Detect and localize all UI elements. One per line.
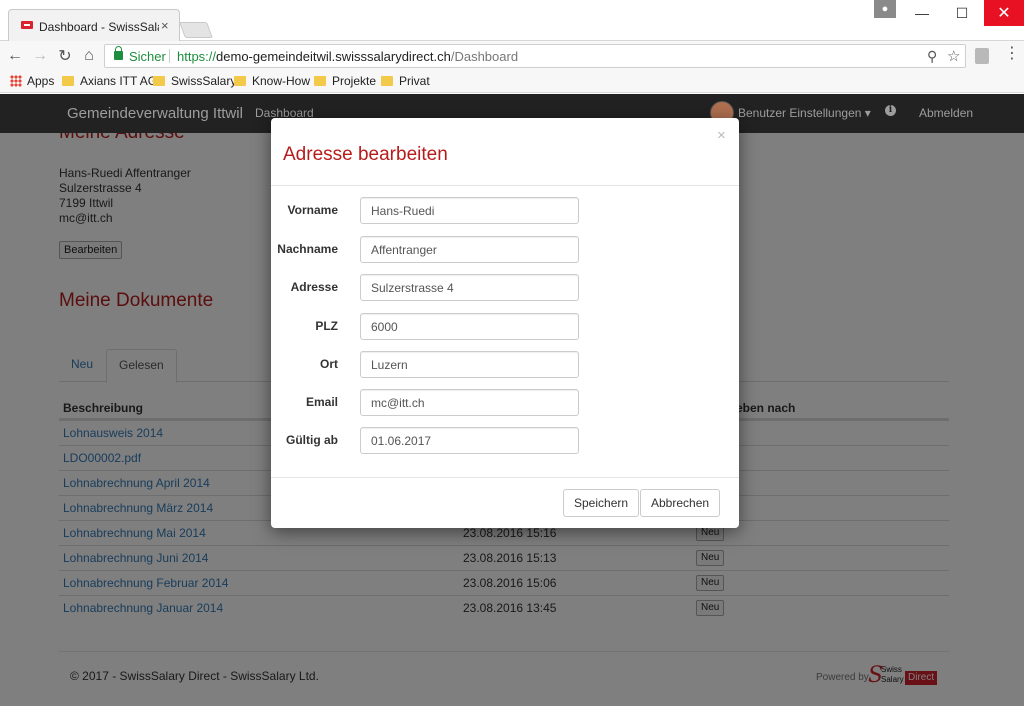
reload-icon[interactable]: ↻ [54, 45, 76, 67]
navbar-brand[interactable]: Gemeindeverwaltung Ittwil [67, 105, 243, 122]
info-icon[interactable]: i [885, 105, 896, 116]
form-row-ort: Ort [271, 351, 739, 378]
email-field[interactable] [360, 389, 579, 416]
vorname-label: Vorname [287, 203, 338, 217]
folder-icon [153, 76, 165, 86]
cancel-button[interactable]: Abbrechen [640, 489, 721, 517]
form-row-adresse: Adresse [271, 274, 739, 301]
address-bar[interactable]: Sicher https://demo-gemeindeitwil.swisss… [104, 44, 966, 68]
adresse-label: Adresse [290, 280, 338, 294]
form-row-gueltig-ab: Gültig ab [271, 427, 739, 454]
nachname-input[interactable] [360, 236, 579, 263]
vorname-input[interactable] [360, 197, 579, 224]
web-page: Meine Adresse Hans-Ruedi Affentranger Su… [0, 94, 1024, 706]
gueltig-ab-label: Gültig ab [286, 433, 338, 447]
form-row-vorname: Vorname [271, 197, 739, 224]
bookmark-apps[interactable]: Apps [10, 74, 54, 88]
ort-input[interactable] [360, 351, 579, 378]
forward-arrow-icon[interactable]: → [29, 45, 51, 67]
folder-icon [234, 76, 246, 86]
maximize-icon[interactable]: ☐ [942, 0, 982, 26]
bookmark-privat[interactable]: Privat [381, 74, 430, 88]
nachname-label: Nachname [277, 242, 338, 256]
folder-icon [314, 76, 326, 86]
edit-address-modal: Adresse bearbeiten × Vorname Nachname Ad… [271, 118, 739, 528]
email-label: Email [305, 395, 338, 409]
apps-grid-icon [10, 75, 22, 87]
user-settings-dropdown[interactable]: Benutzer Einstellungen ▾ [738, 106, 871, 120]
folder-icon [62, 76, 74, 86]
folder-icon [381, 76, 393, 86]
bookmark-label: Projekte [332, 74, 377, 88]
window-close-icon[interactable]: ✕ [984, 0, 1024, 26]
back-arrow-icon[interactable]: ← [4, 45, 26, 67]
zoom-icon[interactable]: ⚲ [927, 48, 937, 65]
bookmark-label: SwissSalary [171, 74, 237, 88]
lock-icon [114, 46, 123, 60]
browser-tabstrip: Dashboard - SwissSalary × ● — ☐ ✕ [0, 0, 1024, 41]
bookmark-swisssalary[interactable]: SwissSalary [153, 74, 236, 88]
adresse-input[interactable] [360, 274, 579, 301]
url-path: /Dashboard [450, 49, 519, 64]
new-tab-button[interactable] [179, 22, 213, 38]
plz-input[interactable] [360, 313, 579, 340]
modal-footer-divider [271, 477, 739, 478]
tab-close-icon[interactable]: × [161, 18, 169, 33]
logout-link[interactable]: Abmelden [919, 106, 973, 120]
modal-title: Adresse bearbeiten [283, 144, 448, 165]
url-text: https://demo-gemeindeitwil.swisssalarydi… [177, 49, 518, 64]
url-separator [169, 49, 170, 63]
modal-close-icon[interactable]: × [717, 127, 726, 144]
browser-toolbar: ← → ↻ ⌂ Sicher https://demo-gemeindeitwi… [0, 41, 1024, 71]
plz-label: PLZ [315, 319, 338, 333]
bookmark-axians[interactable]: Axians ITT AG [62, 74, 157, 88]
bookmark-know-how[interactable]: Know-How [234, 74, 310, 88]
form-row-plz: PLZ [271, 313, 739, 340]
url-protocol: https:// [177, 49, 217, 64]
extension-icon[interactable] [975, 48, 989, 64]
gueltig-ab-input[interactable] [360, 427, 579, 454]
home-icon[interactable]: ⌂ [78, 45, 100, 67]
bookmark-star-icon[interactable]: ☆ [947, 47, 960, 65]
secure-label: Sicher [129, 49, 166, 64]
swisssalary-favicon-icon [21, 21, 33, 29]
bookmark-label: Apps [27, 74, 55, 88]
bookmark-label: Axians ITT AG [80, 74, 158, 88]
form-row-email: Email [271, 389, 739, 416]
save-button[interactable]: Speichern [563, 489, 640, 517]
bookmark-projekte[interactable]: Projekte [314, 74, 376, 88]
ort-label: Ort [320, 357, 338, 371]
browser-tab[interactable]: Dashboard - SwissSalary × [8, 9, 180, 41]
browser-tab-title: Dashboard - SwissSalary [39, 20, 159, 34]
url-host: demo-gemeindeitwil.swisssalarydirect.ch [216, 49, 451, 64]
bookmark-label: Privat [399, 74, 430, 88]
bookmarks-bar: Apps Axians ITT AG SwissSalary Know-How … [0, 71, 1024, 93]
modal-header-divider [271, 185, 739, 186]
profile-icon[interactable]: ● [874, 0, 896, 18]
minimize-icon[interactable]: — [902, 0, 942, 26]
bookmark-label: Know-How [252, 74, 311, 88]
chrome-menu-icon[interactable]: ⋮ [1004, 46, 1020, 62]
form-row-nachname: Nachname [271, 236, 739, 263]
